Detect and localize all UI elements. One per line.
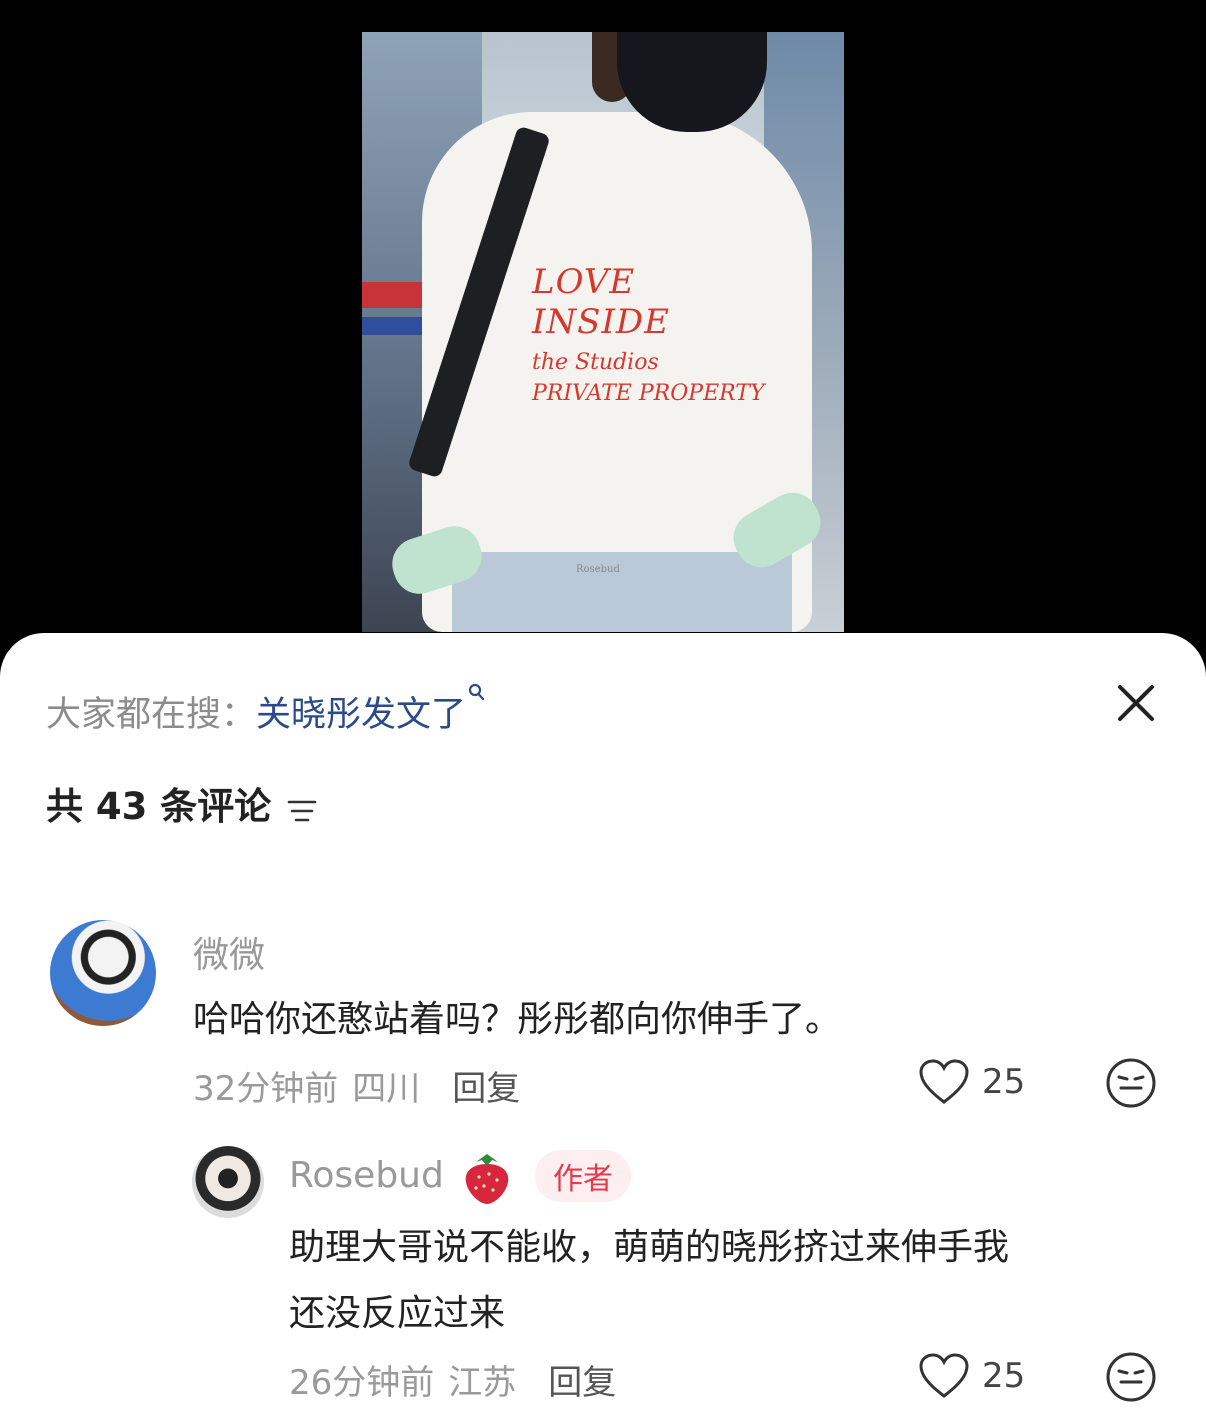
comment-text: 哈哈你还憨站着吗？彤彤都向你伸手了。 (193, 999, 842, 1040)
comment-sheet: 大家都在搜： 关晓彤发文了 共 43 条评论 微微 哈哈你还憨站着吗？彤彤都向你… (0, 633, 1206, 1413)
shirt-print-line1: LOVE INSIDE (532, 262, 670, 342)
dislike-emoji-icon[interactable] (1105, 1351, 1157, 1403)
strawberry-icon (462, 1150, 512, 1206)
close-icon[interactable] (1110, 677, 1162, 729)
heart-icon (919, 1353, 969, 1398)
shirt-print-line2: the Studios (532, 350, 659, 375)
trending-search[interactable]: 大家都在搜： 关晓彤发文了 (46, 683, 486, 737)
filter-icon[interactable] (287, 790, 317, 822)
video-frame[interactable]: LOVE INSIDE the Studios PRIVATE PROPERTY… (362, 32, 844, 632)
reply-location: 江苏 (448, 1363, 517, 1403)
avatar[interactable] (192, 1146, 264, 1218)
watermark: Rosebud (576, 564, 620, 575)
comment-location: 四川 (352, 1069, 421, 1109)
author-badge: 作者 (535, 1150, 631, 1202)
like-button[interactable]: 25 (918, 1353, 1025, 1399)
search-icon[interactable] (468, 683, 486, 708)
video-area[interactable]: LOVE INSIDE the Studios PRIVATE PROPERTY… (0, 0, 1206, 640)
comment-meta: 32分钟前 四川 回复 (193, 1061, 520, 1110)
jeans (452, 552, 792, 632)
shirt-print: LOVE INSIDE the Studios PRIVATE PROPERTY (532, 262, 772, 406)
like-button[interactable]: 25 (918, 1059, 1025, 1105)
shirt-print-line3: PRIVATE PROPERTY (532, 381, 765, 406)
reply-button[interactable]: 回复 (548, 1355, 616, 1404)
reply-text-line2: 还没反应过来 (289, 1293, 506, 1334)
comment-count-label: 共 43 条评论 (46, 785, 272, 828)
comment-count: 共 43 条评论 (46, 776, 317, 830)
heart-icon (919, 1059, 969, 1104)
comment-username[interactable]: 微微 (193, 926, 265, 978)
trending-search-term[interactable]: 关晓彤发文了 (256, 686, 466, 737)
reply-meta: 26分钟前 江苏 回复 (289, 1355, 616, 1404)
reply-username[interactable]: Rosebud (289, 1155, 444, 1196)
reply-text-line1: 助理大哥说不能收，萌萌的晓彤挤过来伸手我 (289, 1227, 1010, 1268)
avatar[interactable] (50, 920, 156, 1026)
like-count: 25 (982, 1062, 1026, 1102)
reply-time: 26分钟前 (289, 1363, 435, 1403)
like-count: 25 (982, 1356, 1026, 1396)
dislike-emoji-icon[interactable] (1105, 1057, 1157, 1109)
comment-time: 32分钟前 (193, 1069, 339, 1109)
trending-search-prefix: 大家都在搜： (46, 694, 257, 735)
reply-button[interactable]: 回复 (452, 1061, 520, 1110)
